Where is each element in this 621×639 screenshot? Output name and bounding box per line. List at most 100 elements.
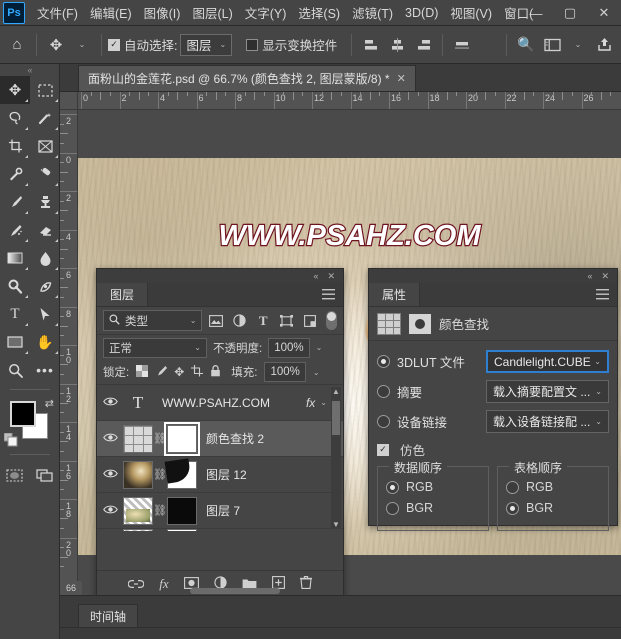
layer-visibility-toggle[interactable] <box>97 396 123 410</box>
gradient-tool[interactable] <box>0 244 30 272</box>
eraser-tool[interactable] <box>30 216 60 244</box>
layer-name[interactable]: 图层 7 <box>206 502 240 519</box>
radio-data-order-rgb[interactable] <box>386 480 399 494</box>
clone-stamp-tool[interactable] <box>30 188 60 216</box>
dropdown-abstract[interactable]: 载入摘要配置文 ... ⌄ <box>486 380 609 403</box>
close-icon[interactable]: ✕ <box>601 271 609 282</box>
scrollbar-thumb[interactable] <box>332 401 340 435</box>
blend-mode-dropdown[interactable]: 正常 ⌄ <box>103 337 207 358</box>
crop-tool[interactable] <box>0 132 30 160</box>
table-row[interactable]: T WWW.PSAHZ.COM fx ⌄ <box>97 385 343 421</box>
maximize-button[interactable]: ▢ <box>553 0 587 26</box>
arrange-documents-icon[interactable] <box>539 32 565 58</box>
opacity-input[interactable]: 100% <box>268 337 310 358</box>
tool-preset-chevron-down-icon[interactable]: ⌄ <box>69 32 95 58</box>
layer-mask-link-icon[interactable]: ⛓ <box>153 504 167 517</box>
align-left-icon[interactable] <box>358 32 384 58</box>
layer-effects-indicator[interactable]: fx <box>306 396 315 410</box>
share-icon[interactable] <box>591 32 617 58</box>
layer-mask-link-icon[interactable]: ⛓ <box>153 432 167 445</box>
data-order-bgr-row[interactable]: BGR <box>386 501 480 515</box>
layer-visibility-toggle[interactable] <box>97 432 123 446</box>
layer-mask-thumbnail[interactable] <box>164 421 200 456</box>
scroll-down-icon[interactable]: ▼ <box>331 520 341 529</box>
layer-mask-icon[interactable] <box>409 313 431 334</box>
fill-chevron-down-icon[interactable]: ⌄ <box>313 368 320 377</box>
menu-layer[interactable]: 图层(L) <box>186 0 238 26</box>
radio-abstract[interactable] <box>377 385 390 398</box>
menu-edit[interactable]: 编辑(E) <box>84 0 138 26</box>
menu-image[interactable]: 图像(I) <box>138 0 187 26</box>
minimize-button[interactable]: — <box>519 0 553 26</box>
close-icon[interactable]: ✕ <box>327 271 335 282</box>
layer-name[interactable]: WWW.PSAHZ.COM <box>162 396 270 410</box>
hand-tool[interactable]: ✋ <box>30 328 60 356</box>
table-order-bgr-row[interactable]: BGR <box>506 501 600 515</box>
layers-panel-grip[interactable]: « ✕ <box>97 269 343 283</box>
menu-filter[interactable]: 滤镜(T) <box>346 0 399 26</box>
dropdown-3dlut-file[interactable]: Candlelight.CUBE ⌄ <box>486 350 609 373</box>
swap-colors-icon[interactable]: ⇄ <box>45 397 54 410</box>
search-icon[interactable]: 🔍 <box>513 32 539 58</box>
tab-properties[interactable]: 属性 <box>369 283 421 306</box>
table-row[interactable] <box>97 529 343 531</box>
menu-select[interactable]: 选择(S) <box>292 0 346 26</box>
layer-name[interactable]: 颜色查找 2 <box>206 430 264 447</box>
filter-smart-object-icon[interactable] <box>300 310 320 331</box>
canvas-horizontal-scrollbar[interactable] <box>190 588 280 594</box>
dodge-tool[interactable] <box>0 272 30 300</box>
radio-data-order-bgr[interactable] <box>386 501 399 515</box>
layer-visibility-toggle[interactable] <box>97 468 123 482</box>
zoom-tool[interactable] <box>0 356 30 384</box>
document-tab[interactable]: 面粉山的金莲花.psd @ 66.7% (颜色查找 2, 图层蒙版/8) * ✕ <box>78 65 416 91</box>
brush-tool[interactable] <box>0 188 30 216</box>
path-selection-tool[interactable] <box>30 300 60 328</box>
quick-mask-icon[interactable] <box>0 461 30 489</box>
default-colors-icon[interactable] <box>3 432 18 450</box>
dropdown-device-link[interactable]: 载入设备链接配 ... ⌄ <box>486 410 609 433</box>
filter-adjustment-icon[interactable] <box>230 310 250 331</box>
align-bottom-icon[interactable] <box>449 32 475 58</box>
layer-list[interactable]: T WWW.PSAHZ.COM fx ⌄ ⛓ 颜色查找 2 ⛓ 图层 12 ⛓ … <box>97 385 343 531</box>
lock-image-pixels-icon[interactable] <box>155 365 168 380</box>
lasso-tool[interactable] <box>0 104 30 132</box>
menu-type[interactable]: 文字(Y) <box>239 0 293 26</box>
horizontal-ruler[interactable]: 0 2 4 6 8 10 12 14 16 18 20 22 24 26 <box>78 92 621 110</box>
eyedropper-tool[interactable] <box>0 160 30 188</box>
layer-visibility-toggle[interactable] <box>97 504 123 518</box>
color-lookup-icon[interactable] <box>377 312 401 335</box>
menu-file[interactable]: 文件(F) <box>31 0 84 26</box>
layer-filter-type-dropdown[interactable]: 类型 ⌄ <box>103 310 203 331</box>
layer-mask-thumbnail[interactable] <box>167 496 197 525</box>
opacity-chevron-down-icon[interactable]: ⌄ <box>316 343 323 352</box>
blur-tool[interactable] <box>30 244 60 272</box>
toolbox-collapse-icon[interactable]: « <box>0 64 59 76</box>
vertical-ruler[interactable]: 202468101214161820 <box>60 110 78 595</box>
panel-menu-icon[interactable] <box>314 283 343 306</box>
filter-type-icon[interactable]: T <box>253 310 273 331</box>
collapse-icon[interactable]: « <box>313 271 318 281</box>
align-center-icon[interactable] <box>384 32 410 58</box>
tab-timeline[interactable]: 时间轴 <box>78 604 139 628</box>
slice-tool[interactable] <box>30 132 60 160</box>
layer-thumbnail[interactable] <box>123 529 153 531</box>
radio-3dlut-file[interactable] <box>377 355 390 368</box>
pen-tool[interactable] <box>30 272 60 300</box>
auto-select-checkbox[interactable]: ✓ <box>108 38 120 51</box>
horizontal-type-tool[interactable]: T <box>0 300 30 328</box>
layer-thumbnail[interactable]: T <box>123 389 153 417</box>
move-tool-icon[interactable]: ✥ <box>43 32 69 58</box>
close-button[interactable]: ✕ <box>587 0 621 26</box>
dither-checkbox[interactable]: ✓ <box>377 443 389 456</box>
lock-artboard-icon[interactable] <box>191 364 204 380</box>
collapse-icon[interactable]: « <box>587 271 592 281</box>
scroll-up-icon[interactable]: ▲ <box>331 387 341 396</box>
layer-name[interactable]: 图层 12 <box>206 466 247 483</box>
table-row[interactable]: ⛓ 图层 12 <box>97 457 343 493</box>
lock-position-icon[interactable]: ✥ <box>174 365 184 379</box>
layer-list-scrollbar[interactable]: ▲ ▼ <box>331 387 341 529</box>
link-layers-icon[interactable] <box>127 577 145 592</box>
filter-shape-icon[interactable] <box>277 310 297 331</box>
magic-wand-tool[interactable] <box>30 104 60 132</box>
rectangle-tool[interactable] <box>0 328 30 356</box>
